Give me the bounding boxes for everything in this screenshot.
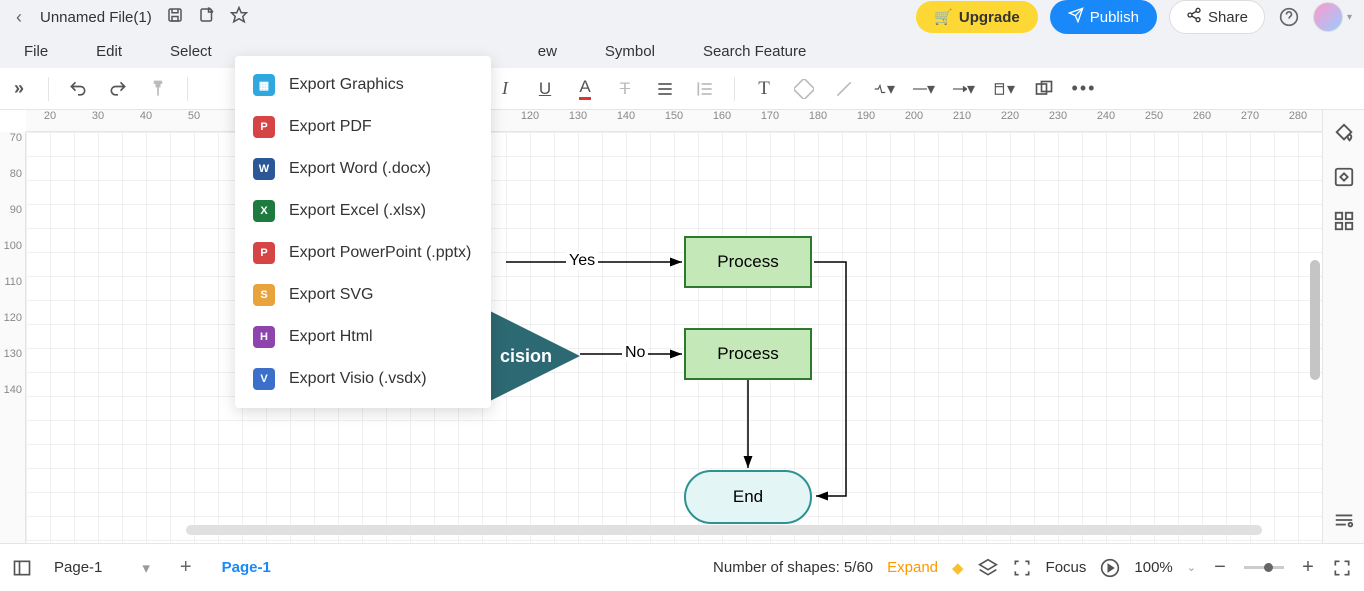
help-icon[interactable] — [1277, 5, 1301, 29]
expand-link[interactable]: Expand — [887, 559, 938, 576]
focus-frame-icon[interactable] — [1012, 558, 1032, 578]
edge-label-no[interactable]: No — [622, 344, 648, 362]
save-icon[interactable] — [166, 6, 184, 29]
align-icon[interactable] — [654, 78, 676, 100]
process-shape-1[interactable]: Process — [684, 236, 812, 288]
avatar-dropdown-icon[interactable]: ▾ — [1347, 12, 1352, 23]
list-settings-icon[interactable] — [1333, 509, 1355, 531]
canvas[interactable]: cision Yes No Process Process End — [26, 132, 1322, 543]
zoom-slider[interactable] — [1244, 566, 1284, 569]
layers-icon[interactable] — [1033, 78, 1055, 100]
export-powerpoint-item[interactable]: PExport PowerPoint (.pptx) — [235, 232, 491, 274]
user-avatar[interactable] — [1313, 2, 1343, 32]
menu-search-feature[interactable]: Search Feature — [703, 43, 806, 60]
fill-bucket-icon[interactable] — [1333, 122, 1355, 144]
connector-style-icon[interactable]: ▾ — [873, 78, 895, 100]
back-button[interactable]: ‹ — [12, 7, 26, 28]
chevron-down-icon: ▾ — [142, 559, 150, 577]
zoom-dropdown-icon[interactable]: ⌄ — [1187, 561, 1196, 574]
line-color-icon[interactable] — [833, 78, 855, 100]
diamond-badge-icon: ◆ — [952, 559, 964, 577]
connectors — [26, 132, 1322, 543]
share-button[interactable]: Share — [1169, 0, 1265, 34]
export-pdf-item[interactable]: PExport PDF — [235, 106, 491, 148]
format-painter-icon[interactable] — [147, 78, 169, 100]
menu-edit[interactable]: Edit — [96, 43, 122, 60]
decision-shape[interactable]: cision — [480, 306, 590, 406]
page-selector[interactable]: Page-1 ▾ — [46, 559, 158, 577]
process-shape-2[interactable]: Process — [684, 328, 812, 380]
strikethrough-icon[interactable]: T — [614, 78, 636, 100]
page-setup-icon[interactable]: ▾ — [993, 78, 1015, 100]
file-name[interactable]: Unnamed File(1) — [40, 9, 152, 26]
export-svg-item[interactable]: SExport SVG — [235, 274, 491, 316]
arrow-style-icon[interactable]: ▾ — [953, 78, 975, 100]
italic-icon[interactable]: I — [494, 78, 516, 100]
zoom-level[interactable]: 100% — [1134, 559, 1172, 576]
visio-file-icon: V — [253, 368, 275, 390]
presentation-play-icon[interactable] — [1100, 558, 1120, 578]
export-word-item[interactable]: WExport Word (.docx) — [235, 148, 491, 190]
text-tool-icon[interactable]: T — [753, 78, 775, 100]
shape-count-label: Number of shapes: 5/60 — [713, 559, 873, 576]
word-file-icon: W — [253, 158, 275, 180]
export-icon[interactable] — [198, 6, 216, 29]
line-spacing-icon[interactable] — [694, 78, 716, 100]
pdf-file-icon: P — [253, 116, 275, 138]
export-visio-item[interactable]: VExport Visio (.vsdx) — [235, 358, 491, 400]
vertical-ruler: 708090100110120130140 — [0, 132, 26, 543]
layers-panel-icon[interactable] — [978, 558, 998, 578]
fullscreen-icon[interactable] — [1332, 558, 1352, 578]
font-color-icon[interactable]: A — [574, 78, 596, 100]
page-tab-active[interactable]: Page-1 — [214, 559, 279, 576]
share-icon — [1186, 7, 1202, 27]
outline-panel-icon[interactable] — [12, 558, 32, 578]
export-excel-item[interactable]: XExport Excel (.xlsx) — [235, 190, 491, 232]
export-graphics-item[interactable]: ▦Export Graphics — [235, 64, 491, 106]
horizontal-ruler: 2030405012013014015016017018019020021022… — [26, 110, 1322, 132]
undo-icon[interactable] — [67, 78, 89, 100]
send-icon — [1068, 7, 1084, 27]
menu-view-partial[interactable]: ew — [538, 43, 557, 60]
grid-icon[interactable] — [1333, 210, 1355, 232]
menu-file[interactable]: File — [24, 43, 48, 60]
horizontal-scrollbar[interactable] — [186, 525, 1262, 535]
svg-file-icon: S — [253, 284, 275, 306]
star-icon[interactable] — [230, 6, 248, 29]
menu-select[interactable]: Select — [170, 43, 212, 60]
end-shape[interactable]: End — [684, 470, 812, 524]
svg-text:cision: cision — [500, 346, 552, 366]
excel-file-icon: X — [253, 200, 275, 222]
vertical-scrollbar[interactable] — [1310, 260, 1320, 380]
expand-panel-icon[interactable]: » — [8, 78, 30, 100]
focus-label[interactable]: Focus — [1046, 559, 1087, 576]
underline-icon[interactable]: U — [534, 78, 556, 100]
shape-library-icon[interactable] — [1333, 166, 1355, 188]
redo-icon[interactable] — [107, 78, 129, 100]
export-submenu: ▦Export Graphics PExport PDF WExport Wor… — [235, 56, 491, 408]
fill-color-icon[interactable] — [793, 78, 815, 100]
export-html-item[interactable]: HExport Html — [235, 316, 491, 358]
add-page-button[interactable]: + — [172, 556, 200, 579]
publish-button[interactable]: Publish — [1050, 0, 1157, 34]
zoom-in-button[interactable]: + — [1298, 558, 1318, 578]
zoom-out-button[interactable]: − — [1210, 558, 1230, 578]
edge-label-yes[interactable]: Yes — [566, 252, 598, 270]
line-style-icon[interactable]: ▾ — [913, 78, 935, 100]
cart-icon: 🛒 — [934, 8, 953, 26]
upgrade-button[interactable]: 🛒 Upgrade — [916, 1, 1038, 33]
more-icon[interactable]: ••• — [1073, 78, 1095, 100]
graphics-file-icon: ▦ — [253, 74, 275, 96]
menu-symbol[interactable]: Symbol — [605, 43, 655, 60]
html-file-icon: H — [253, 326, 275, 348]
powerpoint-file-icon: P — [253, 242, 275, 264]
